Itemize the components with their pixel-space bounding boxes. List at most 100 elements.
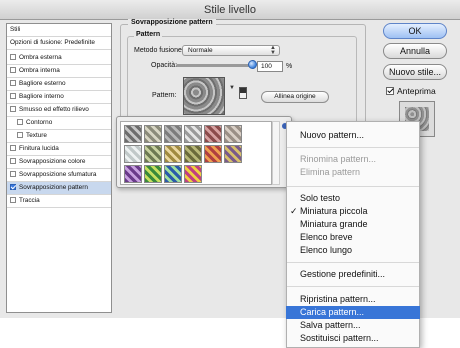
menu-item[interactable]: Ripristina pattern... (286, 293, 420, 306)
style-list-label: Finitura lucida (19, 145, 59, 152)
style-list-item[interactable]: Smusso ed effetto rilievo (7, 104, 111, 117)
pattern-tile[interactable] (164, 125, 182, 143)
menu-item[interactable]: Gestione predefiniti... (286, 268, 420, 281)
snap-to-origin-button[interactable]: Allinea origine (261, 91, 329, 103)
opacity-slider-track[interactable] (176, 64, 254, 67)
menu-item-label: Gestione predefiniti... (300, 269, 386, 279)
pattern-tile[interactable] (224, 125, 242, 143)
style-list-item[interactable]: Sovrapposizione pattern (7, 182, 111, 195)
blend-mode-select[interactable]: Normale ▲ ▼ (182, 45, 280, 56)
style-list-label: Sovrapposizione colore (19, 158, 86, 165)
pattern-tile[interactable] (204, 125, 222, 143)
style-checkbox[interactable] (10, 93, 16, 99)
menu-item[interactable]: Carica pattern... (286, 306, 420, 319)
pattern-tile[interactable] (124, 125, 142, 143)
style-list-item[interactable]: Sovrapposizione colore (7, 156, 111, 169)
style-list-item[interactable]: Contorno (7, 117, 111, 130)
pattern-dropdown-icon[interactable]: ▼ (229, 85, 235, 91)
pattern-tile[interactable] (124, 165, 142, 183)
menu-item-label: Miniatura grande (300, 219, 368, 229)
pattern-swatch[interactable] (183, 77, 225, 115)
menu-item-label: Elimina pattern (300, 167, 361, 177)
menu-item-label: Miniatura piccola (300, 206, 368, 216)
menu-item[interactable]: Sostituisci pattern... (286, 332, 420, 345)
menu-item: Rinomina pattern... (286, 153, 420, 166)
pattern-tile[interactable] (124, 145, 142, 163)
menu-item: Elimina pattern (286, 166, 420, 179)
blend-mode-value: Normale (188, 47, 213, 54)
menu-separator (287, 147, 419, 148)
pattern-tile[interactable] (144, 125, 162, 143)
menu-item-label: Carica pattern... (300, 307, 365, 317)
subgroup-title: Pattern (134, 31, 163, 38)
pattern-tile[interactable] (204, 145, 222, 163)
style-list-label: Ombra esterna (19, 54, 62, 61)
pattern-tile[interactable] (184, 125, 202, 143)
ok-button[interactable]: OK (383, 23, 447, 39)
pattern-tile[interactable] (144, 165, 162, 183)
style-list-label: Bagliore interno (19, 93, 64, 100)
blend-mode-label: Metodo fusione: (134, 47, 184, 54)
pattern-picker-scrollbar[interactable] (272, 121, 280, 185)
opacity-unit: % (286, 63, 293, 70)
opacity-label: Opacità: (151, 62, 178, 69)
style-list-item[interactable]: Bagliore esterno (7, 78, 111, 91)
pattern-tile[interactable] (144, 145, 162, 163)
menu-item-label: Elenco breve (300, 232, 353, 242)
menu-item[interactable]: Solo testo (286, 192, 420, 205)
checkmark-icon: ✓ (290, 206, 298, 216)
menu-item[interactable]: Elenco breve (286, 231, 420, 244)
style-list-item[interactable]: Finitura lucida (7, 143, 111, 156)
style-checkbox[interactable] (10, 54, 16, 60)
menu-item[interactable]: Elenco lungo (286, 244, 420, 257)
style-list-label: Sovrapposizione sfumatura (19, 171, 97, 178)
menu-item-label: Elenco lungo (300, 245, 353, 255)
menu-item[interactable]: ✓ Miniatura piccola (286, 205, 420, 218)
style-checkbox[interactable] (17, 132, 23, 138)
opacity-input[interactable]: 100 (257, 61, 283, 72)
style-checkbox[interactable] (10, 67, 16, 73)
menu-item[interactable]: Salva pattern... (286, 319, 420, 332)
menu-item-label: Ripristina pattern... (300, 294, 376, 304)
pattern-tile[interactable] (224, 145, 242, 163)
menu-item[interactable]: Miniatura grande (286, 218, 420, 231)
menu-item-label: Nuovo pattern... (300, 130, 365, 140)
preview-label: Anteprima (397, 86, 436, 96)
style-list-item[interactable]: Stili (7, 24, 111, 37)
style-list-item[interactable]: Ombra esterna (7, 52, 111, 65)
pattern-tile[interactable] (164, 145, 182, 163)
style-list-item[interactable]: Opzioni di fusione: Predefinite (7, 37, 111, 50)
style-checkbox[interactable] (10, 197, 16, 203)
style-list-item[interactable]: Bagliore interno (7, 91, 111, 104)
style-checkbox[interactable] (10, 145, 16, 151)
new-style-button[interactable]: Nuovo stile... (383, 64, 447, 80)
pattern-tile[interactable] (184, 145, 202, 163)
new-preset-icon[interactable] (239, 87, 247, 99)
style-checkbox[interactable] (17, 119, 23, 125)
opacity-slider-knob[interactable] (248, 60, 257, 69)
style-checkbox[interactable] (10, 184, 16, 190)
pattern-tile[interactable] (184, 165, 202, 183)
cancel-button[interactable]: Annulla (383, 43, 447, 59)
group-title: Sovrapposizione pattern (128, 19, 216, 26)
pattern-tile[interactable] (164, 165, 182, 183)
style-list-item[interactable]: Ombra interna (7, 65, 111, 78)
style-list-item[interactable]: Texture (7, 130, 111, 143)
style-list-label: Texture (26, 132, 47, 139)
style-checkbox[interactable] (10, 171, 16, 177)
style-checkbox[interactable] (10, 106, 16, 112)
menu-item[interactable]: Nuovo pattern... (286, 129, 420, 142)
style-list-label: Bagliore esterno (19, 80, 66, 87)
preview-toggle[interactable]: Anteprima (386, 86, 436, 96)
style-checkbox[interactable] (10, 158, 16, 164)
style-list-item[interactable]: Sovrapposizione sfumatura (7, 169, 111, 182)
style-list-item[interactable]: Traccia (7, 195, 111, 208)
menu-separator (287, 186, 419, 187)
menu-separator (287, 262, 419, 263)
preview-checkbox[interactable] (386, 87, 394, 95)
pattern-label: Pattern: (152, 92, 177, 99)
style-checkbox[interactable] (10, 80, 16, 86)
style-list-label: Sovrapposizione pattern (19, 184, 88, 191)
style-list-label: Contorno (26, 119, 53, 126)
select-arrows-icon: ▲ ▼ (270, 45, 276, 56)
